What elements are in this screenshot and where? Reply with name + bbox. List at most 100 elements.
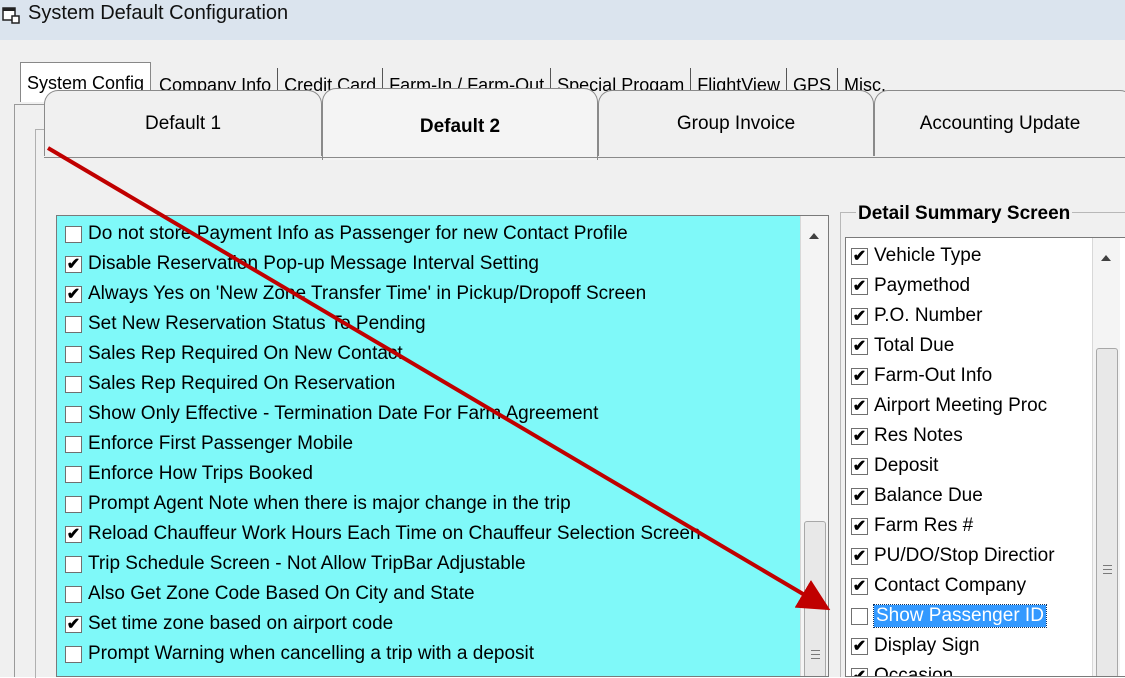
detail-scrollbar[interactable]: [1092, 238, 1120, 676]
detail-item-checkbox[interactable]: ✔: [851, 337, 868, 355]
detail-item-label: Display Sign: [874, 635, 980, 656]
option-label: Set New Reservation Status To Pending: [88, 313, 426, 334]
option-row[interactable]: Set New Reservation Status To Pending: [65, 309, 426, 339]
options-scrollbar[interactable]: [800, 216, 828, 676]
detail-item-row[interactable]: ✔ Paymethod: [851, 271, 970, 301]
detail-item-row[interactable]: ✔ Farm Res #: [851, 511, 973, 541]
option-checkbox[interactable]: ✔: [65, 525, 82, 543]
option-label: Trip Schedule Screen - Not Allow TripBar…: [88, 553, 526, 574]
option-row[interactable]: Prompt Warning when cancelling a trip wi…: [65, 639, 534, 669]
subtab-divider: [44, 157, 1125, 158]
detail-item-checkbox[interactable]: ✔: [851, 277, 868, 295]
option-label: Show Only Effective - Termination Date F…: [88, 403, 599, 424]
option-checkbox[interactable]: [65, 435, 82, 453]
grip-line: [1103, 573, 1112, 574]
option-checkbox[interactable]: [65, 585, 82, 603]
detail-item-label: Total Due: [874, 335, 955, 356]
detail-item-checkbox[interactable]: [851, 607, 868, 625]
option-checkbox[interactable]: [65, 315, 82, 333]
subtab-accounting-update[interactable]: Accounting Update: [874, 90, 1125, 156]
option-row[interactable]: Prompt Agent Note when there is major ch…: [65, 489, 571, 519]
option-checkbox[interactable]: ✔: [65, 255, 82, 273]
detail-item-row[interactable]: ✔ Farm-Out Info: [851, 361, 992, 391]
scroll-up-arrow-icon[interactable]: [809, 233, 819, 239]
option-row[interactable]: Show Only Effective - Termination Date F…: [65, 399, 598, 429]
option-checkbox[interactable]: [65, 405, 82, 423]
detail-item-label: Show Passenger ID: [873, 604, 1047, 628]
scroll-thumb[interactable]: [1096, 348, 1118, 676]
detail-item-checkbox[interactable]: ✔: [851, 487, 868, 505]
option-row[interactable]: Do not store Payment Info as Passenger f…: [65, 219, 628, 249]
option-checkbox[interactable]: ✔: [65, 285, 82, 303]
detail-item-row[interactable]: ✔ Res Notes: [851, 421, 963, 451]
detail-item-row[interactable]: ✔ PU/DO/Stop Directior: [851, 541, 1055, 571]
detail-item-label: P.O. Number: [874, 305, 983, 326]
option-row[interactable]: ✔ Always Yes on 'New Zone Transfer Time' …: [65, 279, 646, 309]
option-row[interactable]: Sales Rep Required On New Contact: [65, 339, 403, 369]
detail-item-label: Res Notes: [874, 425, 963, 446]
detail-item-checkbox[interactable]: ✔: [851, 667, 868, 676]
option-row[interactable]: ✔ Reload Chauffeur Work Hours Each Time o…: [65, 519, 701, 549]
detail-item-label: Farm Res #: [874, 515, 974, 536]
option-label: Always Yes on 'New Zone Transfer Time' i…: [88, 283, 647, 304]
detail-item-row[interactable]: ✔ Contact Company: [851, 571, 1026, 601]
detail-item-checkbox[interactable]: ✔: [851, 457, 868, 475]
option-row[interactable]: Also Get Zone Code Based On City and Sta…: [65, 579, 475, 609]
detail-item-checkbox[interactable]: ✔: [851, 577, 868, 595]
detail-item-row[interactable]: ✔ Occasion: [851, 661, 954, 677]
grip-line: [811, 654, 820, 655]
option-checkbox[interactable]: [65, 645, 82, 663]
subtab-label: Group Invoice: [676, 113, 796, 134]
option-label: Reload Chauffeur Work Hours Each Time on…: [88, 523, 701, 544]
detail-item-checkbox[interactable]: ✔: [851, 637, 868, 655]
option-row[interactable]: Enforce First Passenger Mobile: [65, 429, 353, 459]
option-checkbox[interactable]: [65, 555, 82, 573]
detail-item-row[interactable]: ✔ Total Due: [851, 331, 954, 361]
detail-item-checkbox[interactable]: ✔: [851, 367, 868, 385]
scroll-thumb[interactable]: [804, 521, 826, 676]
detail-item-row[interactable]: Show Passenger ID: [851, 601, 1047, 631]
detail-item-checkbox[interactable]: ✔: [851, 397, 868, 415]
option-label: Set time zone based on airport code: [88, 613, 394, 634]
detail-item-label: Vehicle Type: [874, 245, 982, 266]
detail-item-checkbox[interactable]: ✔: [851, 307, 868, 325]
detail-item-label: Deposit: [874, 455, 939, 476]
option-checkbox[interactable]: [65, 495, 82, 513]
subtab-group-invoice[interactable]: Group Invoice: [598, 90, 874, 156]
grip-line: [1103, 569, 1112, 570]
detail-item-label: Occasion: [874, 665, 954, 677]
detail-item-checkbox[interactable]: ✔: [851, 517, 868, 535]
detail-item-row[interactable]: ✔ Balance Due: [851, 481, 983, 511]
option-label: Disable Reservation Pop-up Message Inter…: [88, 253, 539, 274]
grip-line: [811, 658, 820, 659]
detail-item-checkbox[interactable]: ✔: [851, 547, 868, 565]
option-row[interactable]: ✔ Set time zone based on airport code: [65, 609, 393, 639]
option-label: Sales Rep Required On New Contact: [88, 343, 403, 364]
option-checkbox[interactable]: ✔: [65, 615, 82, 633]
detail-item-row[interactable]: ✔ Airport Meeting Proc: [851, 391, 1047, 421]
detail-item-row[interactable]: ✔ Vehicle Type: [851, 241, 981, 271]
option-checkbox[interactable]: [65, 375, 82, 393]
option-label: Enforce How Trips Booked: [88, 463, 313, 484]
detail-item-checkbox[interactable]: ✔: [851, 247, 868, 265]
scroll-up-arrow-icon[interactable]: [1101, 255, 1111, 261]
detail-item-label: Farm-Out Info: [874, 365, 993, 386]
detail-item-row[interactable]: ✔ Display Sign: [851, 631, 980, 661]
detail-item-label: Contact Company: [874, 575, 1027, 596]
option-label: Prompt Agent Note when there is major ch…: [88, 493, 571, 514]
options-list[interactable]: Do not store Payment Info as Passenger f…: [56, 215, 829, 677]
option-checkbox[interactable]: [65, 345, 82, 363]
subtab-default-2[interactable]: Default 2: [322, 88, 598, 160]
detail-item-label: Balance Due: [874, 485, 983, 506]
option-row[interactable]: Enforce How Trips Booked: [65, 459, 313, 489]
detail-item-checkbox[interactable]: ✔: [851, 427, 868, 445]
option-row[interactable]: Sales Rep Required On Reservation: [65, 369, 395, 399]
option-checkbox[interactable]: [65, 465, 82, 483]
option-row[interactable]: Trip Schedule Screen - Not Allow TripBar…: [65, 549, 526, 579]
detail-item-row[interactable]: ✔ Deposit: [851, 451, 938, 481]
detail-item-row[interactable]: ✔ P.O. Number: [851, 301, 982, 331]
option-checkbox[interactable]: [65, 225, 82, 243]
option-row[interactable]: ✔ Disable Reservation Pop-up Message Inte…: [65, 249, 539, 279]
detail-summary-list[interactable]: ✔ Vehicle Type ✔ Paymethod ✔ P.O. Number ✔ Tota…: [845, 237, 1125, 677]
subtab-default-1[interactable]: Default 1: [44, 90, 322, 156]
